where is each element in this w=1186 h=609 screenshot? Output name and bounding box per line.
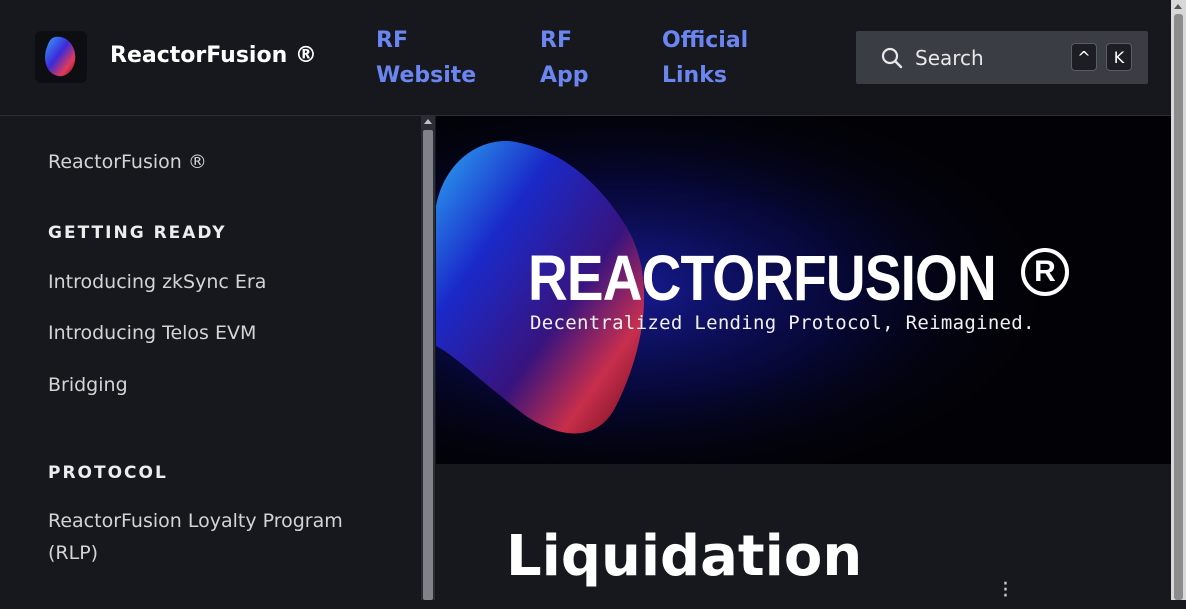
brand-logo[interactable] [35, 31, 87, 83]
nav-label-line: App [540, 63, 589, 88]
sidebar-item-loyalty-program[interactable]: ReactorFusion Loyalty Program (RLP) [48, 505, 368, 569]
registered-mark-icon: R [1021, 248, 1069, 296]
scroll-up-arrow-icon[interactable] [424, 119, 432, 124]
search-placeholder: Search [915, 46, 984, 70]
page-scroll-thumb[interactable] [1174, 14, 1183, 600]
sidebar-item-telos[interactable]: Introducing Telos EVM [48, 322, 256, 344]
hero-title: REACTORFUSION [528, 242, 997, 314]
nav-label-line: RF [540, 28, 572, 53]
nav-label-line: Website [376, 63, 477, 88]
hero-subtitle: Decentralized Lending Protocol, Reimagin… [530, 312, 1035, 334]
sidebar-section-heading: GETTING READY [48, 223, 227, 243]
sidebar-item-bridging[interactable]: Bridging [48, 374, 128, 396]
search-icon [881, 47, 903, 73]
brand-name[interactable]: ReactorFusion ® [110, 43, 317, 68]
nav-label-line: Links [662, 63, 727, 88]
scroll-up-arrow-icon[interactable] [1174, 4, 1182, 9]
sidebar-section-heading: PROTOCOL [48, 463, 168, 483]
sidebar-scrollbar[interactable] [421, 116, 435, 600]
hero-banner: REACTORFUSION R Decentralized Lending Pr… [436, 116, 1171, 464]
main-content: Liquidation · · · [436, 464, 1171, 608]
sidebar-scroll-thumb[interactable] [423, 130, 433, 600]
nav-rf-app[interactable]: RF App [540, 23, 589, 93]
sidebar-item-zksync[interactable]: Introducing zkSync Era [48, 271, 266, 293]
sidebar-nav: ReactorFusion ® GETTING READY Introducin… [0, 116, 420, 600]
nav-label-line: RF [376, 28, 408, 53]
top-bar: ReactorFusion ® RF Website RF App Offici… [0, 0, 1171, 116]
shortcut-modifier-key: ^ [1071, 43, 1097, 71]
page-title: Liquidation [506, 524, 863, 589]
more-options-icon[interactable]: · · · [1002, 574, 1009, 608]
shortcut-key: K [1106, 43, 1132, 71]
nav-official-links[interactable]: Official Links [662, 23, 748, 93]
sidebar-item-home[interactable]: ReactorFusion ® [48, 151, 207, 173]
nav-rf-website[interactable]: RF Website [376, 23, 476, 93]
nav-label-line: Official [662, 28, 749, 53]
page-scrollbar[interactable] [1171, 0, 1186, 600]
search-box[interactable]: Search ^ K [856, 31, 1148, 84]
